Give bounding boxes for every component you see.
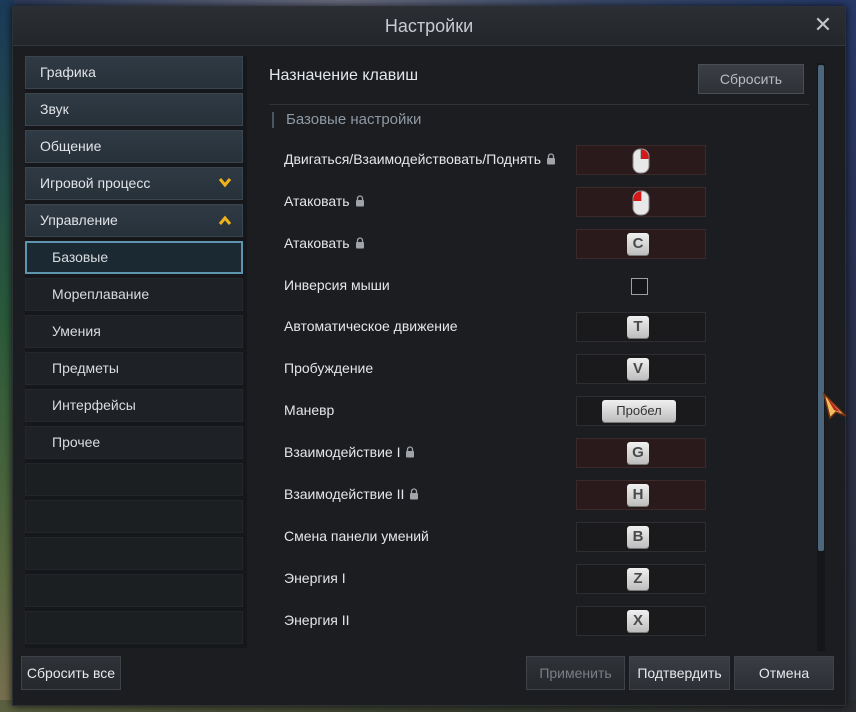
- keybind-label-dodge: Маневр: [284, 402, 334, 418]
- lock-icon: [355, 236, 365, 252]
- sidebar-empty-row: [25, 500, 243, 533]
- keycap: X: [627, 610, 649, 632]
- sidebar-subitem-label: Умения: [52, 323, 101, 339]
- keybind-slot-dodge[interactable]: Пробел: [576, 396, 706, 426]
- sidebar-item-label: Звук: [40, 101, 69, 117]
- section-heading: Базовые настройки: [272, 112, 421, 128]
- keycap: H: [627, 484, 649, 506]
- close-icon[interactable]: ✕: [811, 13, 835, 37]
- sidebar-item-graphics[interactable]: Графика: [25, 56, 243, 89]
- window-title: Настройки: [384, 16, 474, 36]
- keybind-label-invert-mouse: Инверсия мыши: [284, 277, 390, 293]
- sidebar-subitem-sailing[interactable]: Мореплавание: [25, 278, 243, 311]
- keybind-label-text: Атаковать: [284, 235, 350, 251]
- keybind-slot-interact-1[interactable]: G: [576, 438, 706, 468]
- keycap: V: [627, 358, 649, 380]
- keybind-label-text: Пробуждение: [284, 360, 374, 376]
- keycap: C: [627, 233, 649, 255]
- keybind-label-text: Атаковать: [284, 193, 350, 209]
- keybind-slot-move[interactable]: [576, 145, 706, 175]
- sidebar: Графика Звук Общение Игровой процесс Упр…: [25, 56, 247, 648]
- mouse-left-icon: [632, 190, 650, 219]
- keycap: G: [627, 442, 649, 464]
- keybind-label-move: Двигаться/Взаимодействовать/Поднять: [284, 151, 556, 168]
- sidebar-subitem-skills[interactable]: Умения: [25, 315, 243, 348]
- keybind-slot-awakening[interactable]: V: [576, 354, 706, 384]
- keybind-label-text: Взаимодействие I: [284, 444, 401, 460]
- keybind-label-autorun: Автоматическое движение: [284, 318, 458, 334]
- sidebar-subitem-label: Базовые: [52, 249, 109, 265]
- keycap: Z: [627, 568, 649, 590]
- keycap: T: [627, 316, 649, 338]
- keybind-label-text: Смена панели умений: [284, 528, 429, 544]
- apply-button[interactable]: Применить: [526, 656, 625, 690]
- keybind-slot-energy-1[interactable]: Z: [576, 564, 706, 594]
- lock-icon: [409, 487, 419, 503]
- title-bar: Настройки ✕: [13, 7, 845, 46]
- keybind-slot-skill-bar-swap[interactable]: B: [576, 522, 706, 552]
- mouse-right-icon: [632, 148, 650, 177]
- confirm-button[interactable]: Подтвердить: [629, 656, 730, 690]
- sidebar-item-controls[interactable]: Управление: [25, 204, 243, 237]
- keybind-slot-attack-alt[interactable]: C: [576, 229, 706, 259]
- sidebar-subitem-label: Интерфейсы: [52, 397, 136, 413]
- keybind-slot-attack[interactable]: [576, 187, 706, 217]
- lock-icon: [355, 194, 365, 210]
- reset-button[interactable]: Сбросить: [698, 64, 804, 94]
- keybind-slot-autorun[interactable]: T: [576, 312, 706, 342]
- keybind-slot-energy-2[interactable]: X: [576, 606, 706, 636]
- keybind-label-text: Энергия I: [284, 570, 346, 586]
- reset-all-button[interactable]: Сбросить все: [21, 656, 121, 690]
- divider: [269, 104, 809, 105]
- lock-icon: [405, 445, 415, 461]
- keybind-label-awakening: Пробуждение: [284, 360, 373, 376]
- sidebar-item-communication[interactable]: Общение: [25, 130, 243, 163]
- keybind-label-interact-1: Взаимодействие I: [284, 444, 415, 461]
- keybind-label-text: Взаимодействие II: [284, 486, 405, 502]
- sidebar-item-gameplay[interactable]: Игровой процесс: [25, 167, 243, 200]
- keybind-label-energy-1: Энергия I: [284, 570, 346, 586]
- sidebar-item-sound[interactable]: Звук: [25, 93, 243, 126]
- sidebar-item-label: Графика: [40, 64, 96, 80]
- scrollbar-thumb[interactable]: [818, 65, 824, 551]
- sidebar-subitem-label: Мореплавание: [52, 286, 150, 302]
- lock-icon: [546, 152, 556, 168]
- keybind-label-text: Автоматическое движение: [284, 318, 458, 334]
- sidebar-item-label: Управление: [40, 212, 118, 228]
- sidebar-empty-row: [25, 537, 243, 570]
- keycap-space: Пробел: [602, 400, 676, 422]
- sidebar-item-label: Игровой процесс: [40, 175, 151, 191]
- cursor-icon: [822, 391, 848, 423]
- sidebar-subitem-label: Предметы: [52, 360, 119, 376]
- sidebar-subitem-interfaces[interactable]: Интерфейсы: [25, 389, 243, 422]
- keybinding-panel: Назначение клавиш Сбросить Базовые настр…: [258, 50, 830, 648]
- keybind-label-attack-alt: Атаковать: [284, 235, 365, 252]
- keybind-label-skill-bar-swap: Смена панели умений: [284, 528, 429, 544]
- keybind-label-energy-2: Энергия II: [284, 612, 350, 628]
- invert-mouse-checkbox[interactable]: [631, 278, 648, 295]
- cancel-button[interactable]: Отмена: [734, 656, 834, 690]
- keybind-slot-interact-2[interactable]: H: [576, 480, 706, 510]
- sidebar-item-label: Общение: [40, 138, 102, 154]
- keycap: B: [627, 526, 649, 548]
- keybind-label-text: Инверсия мыши: [284, 277, 390, 293]
- keybind-label-text: Маневр: [284, 402, 335, 418]
- sidebar-subitem-other[interactable]: Прочее: [25, 426, 243, 459]
- settings-window: Настройки ✕ Графика Звук Общение Игровой…: [12, 6, 846, 706]
- sidebar-empty-row: [25, 611, 243, 644]
- sidebar-subitem-items[interactable]: Предметы: [25, 352, 243, 385]
- sidebar-empty-row: [25, 574, 243, 607]
- keybind-label-interact-2: Взаимодействие II: [284, 486, 419, 503]
- sidebar-empty-row: [25, 463, 243, 496]
- keybind-label-text: Двигаться/Взаимодействовать/Поднять: [284, 151, 541, 167]
- keybind-label-text: Энергия II: [284, 612, 350, 628]
- keybind-label-attack: Атаковать: [284, 193, 365, 210]
- page-title: Назначение клавиш: [269, 67, 419, 84]
- sidebar-subitem-label: Прочее: [52, 434, 101, 450]
- sidebar-subitem-basic[interactable]: Базовые: [25, 241, 243, 274]
